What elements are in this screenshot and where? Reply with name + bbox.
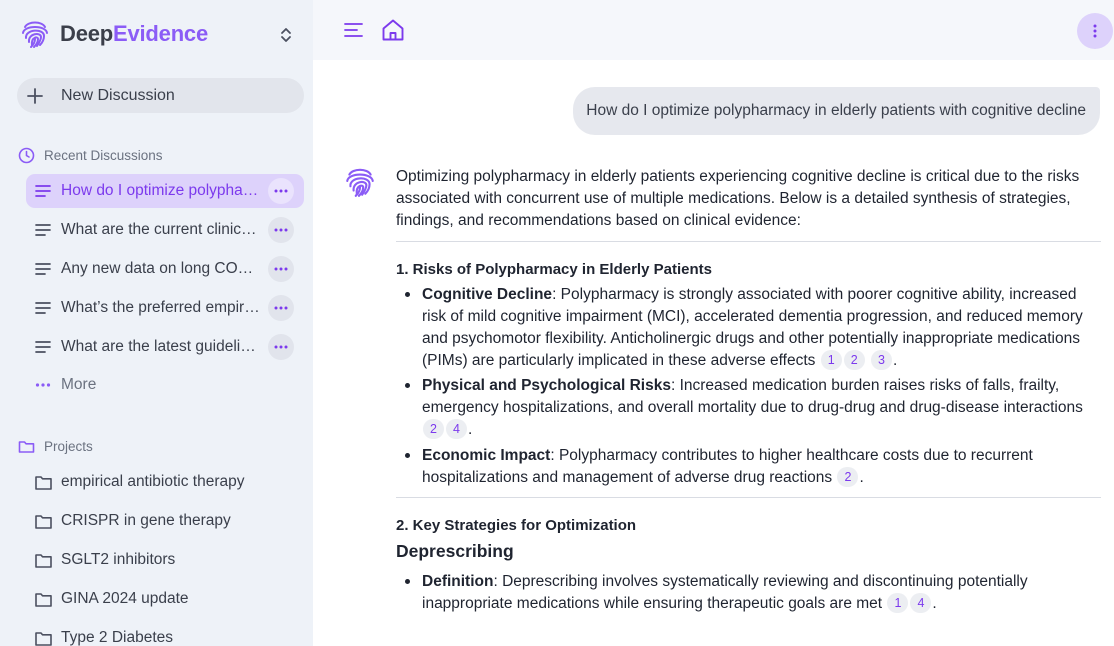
section-heading: 1. Risks of Polypharmacy in Elderly Pati…: [396, 261, 712, 279]
project-name: empirical antibiotic therapy: [61, 473, 245, 490]
divider: [396, 241, 1101, 243]
lines-icon: [35, 302, 51, 314]
project-item[interactable]: CRISPR in gene therapy: [35, 512, 231, 530]
sidebar: DeepEvidence New Discussion Recent Discu…: [0, 0, 313, 646]
more-options-button[interactable]: [1077, 13, 1113, 49]
list-item: Cognitive Decline: Polypharmacy is stron…: [396, 284, 1101, 371]
folder-icon: [35, 592, 52, 607]
project-item[interactable]: empirical antibiotic therapy: [35, 473, 245, 491]
plus-icon: [27, 87, 43, 104]
list-item: Definition: Deprescribing involves syste…: [396, 571, 1101, 615]
projects-heading: Projects: [18, 438, 93, 455]
discussion-item[interactable]: What are the latest guidelines: [26, 330, 304, 364]
citation-badge[interactable]: 2: [423, 418, 444, 439]
lines-icon: [35, 224, 51, 236]
new-discussion-button[interactable]: New Discussion: [17, 78, 304, 113]
project-item[interactable]: SGLT2 inhibitors: [35, 551, 175, 569]
discussion-item[interactable]: What are the current clinical guidelines: [26, 213, 304, 247]
citation-badge[interactable]: 3: [871, 349, 893, 370]
citation-badge[interactable]: 2: [843, 349, 865, 370]
item-term: Physical and Psychological Risks: [422, 377, 671, 395]
more-vertical-icon: [1093, 24, 1097, 38]
project-item[interactable]: GINA 2024 update: [35, 590, 189, 608]
user-message: How do I optimize polypharmacy in elderl…: [573, 87, 1100, 135]
project-name: GINA 2024 update: [61, 590, 189, 607]
more-discussions-button[interactable]: More: [35, 376, 96, 394]
folder-icon: [35, 514, 52, 529]
discussion-title: What are the current clinical guidelines: [61, 221, 261, 238]
list-item: Economic Impact: Polypharmacy contribute…: [396, 445, 1101, 489]
more-horizontal-icon: [274, 345, 288, 349]
citation-badge[interactable]: 2: [837, 466, 859, 487]
section-heading: 2. Key Strategies for Optimization: [396, 517, 637, 535]
more-horizontal-icon: [274, 267, 288, 271]
assistant-answer: Optimizing polypharmacy in elderly patie…: [396, 166, 1101, 624]
menu-icon[interactable]: [344, 22, 363, 38]
new-discussion-label: New Discussion: [61, 86, 175, 104]
more-horizontal-icon: [274, 189, 288, 193]
fingerprint-logo-icon: [22, 21, 48, 48]
item-term: Definition: [422, 572, 494, 590]
chevron-up-down-icon[interactable]: [278, 26, 294, 44]
project-name: SGLT2 inhibitors: [61, 551, 176, 568]
item-term: Cognitive Decline: [422, 286, 553, 304]
folder-icon: [18, 441, 35, 453]
discussion-options-button[interactable]: [268, 217, 294, 243]
discussion-title: What are the latest guidelines: [61, 338, 261, 355]
discussion-title: What’s the preferred empirical antibioti…: [61, 299, 261, 316]
bullet-list: Cognitive Decline: Polypharmacy is stron…: [396, 284, 1101, 488]
home-icon[interactable]: [381, 18, 405, 42]
discussion-title: How do I optimize polypharmacy in elderl…: [61, 182, 261, 199]
brand-name: DeepEvidence: [60, 21, 209, 46]
assistant-avatar-icon: [346, 168, 374, 197]
discussion-options-button[interactable]: [268, 178, 294, 204]
citation-badge[interactable]: 1: [887, 592, 909, 613]
folder-icon: [35, 631, 52, 646]
discussion-item[interactable]: Any new data on long COVID: [26, 252, 304, 286]
recent-discussions-heading: Recent Discussions: [18, 147, 163, 164]
list-item: Physical and Psychological Risks: Increa…: [396, 375, 1101, 440]
project-item[interactable]: Type 2 Diabetes: [35, 629, 173, 646]
clock-icon: [18, 147, 35, 164]
discussion-title: Any new data on long COVID: [61, 260, 261, 277]
citation-badge[interactable]: 1: [820, 349, 842, 370]
more-horizontal-icon: [274, 228, 288, 232]
citation-badge[interactable]: 4: [446, 418, 467, 439]
discussion-item[interactable]: How do I optimize polypharmacy in elderl…: [26, 174, 304, 208]
more-horizontal-icon: [274, 306, 288, 310]
lines-icon: [35, 263, 51, 275]
answer-intro: Optimizing polypharmacy in elderly patie…: [396, 168, 1080, 229]
top-bar: [313, 0, 1114, 60]
lines-icon: [35, 341, 51, 353]
lines-icon: [35, 185, 51, 197]
discussion-item[interactable]: What’s the preferred empirical antibioti…: [26, 291, 304, 325]
discussion-options-button[interactable]: [268, 334, 294, 360]
bullet-list: Definition: Deprescribing involves syste…: [396, 571, 1101, 615]
discussion-options-button[interactable]: [268, 256, 294, 282]
project-name: Type 2 Diabetes: [61, 629, 174, 646]
brand[interactable]: DeepEvidence: [20, 16, 208, 52]
divider: [396, 497, 1101, 499]
citation-badge[interactable]: 4: [910, 592, 932, 613]
item-text: : Deprescribing involves systematically …: [422, 572, 1028, 612]
discussion-options-button[interactable]: [268, 295, 294, 321]
more-horizontal-icon: [35, 383, 51, 387]
folder-icon: [35, 553, 52, 568]
item-term: Economic Impact: [422, 446, 551, 464]
subsection-heading: Deprescribing: [396, 541, 514, 562]
folder-icon: [35, 475, 52, 490]
project-name: CRISPR in gene therapy: [61, 512, 231, 529]
